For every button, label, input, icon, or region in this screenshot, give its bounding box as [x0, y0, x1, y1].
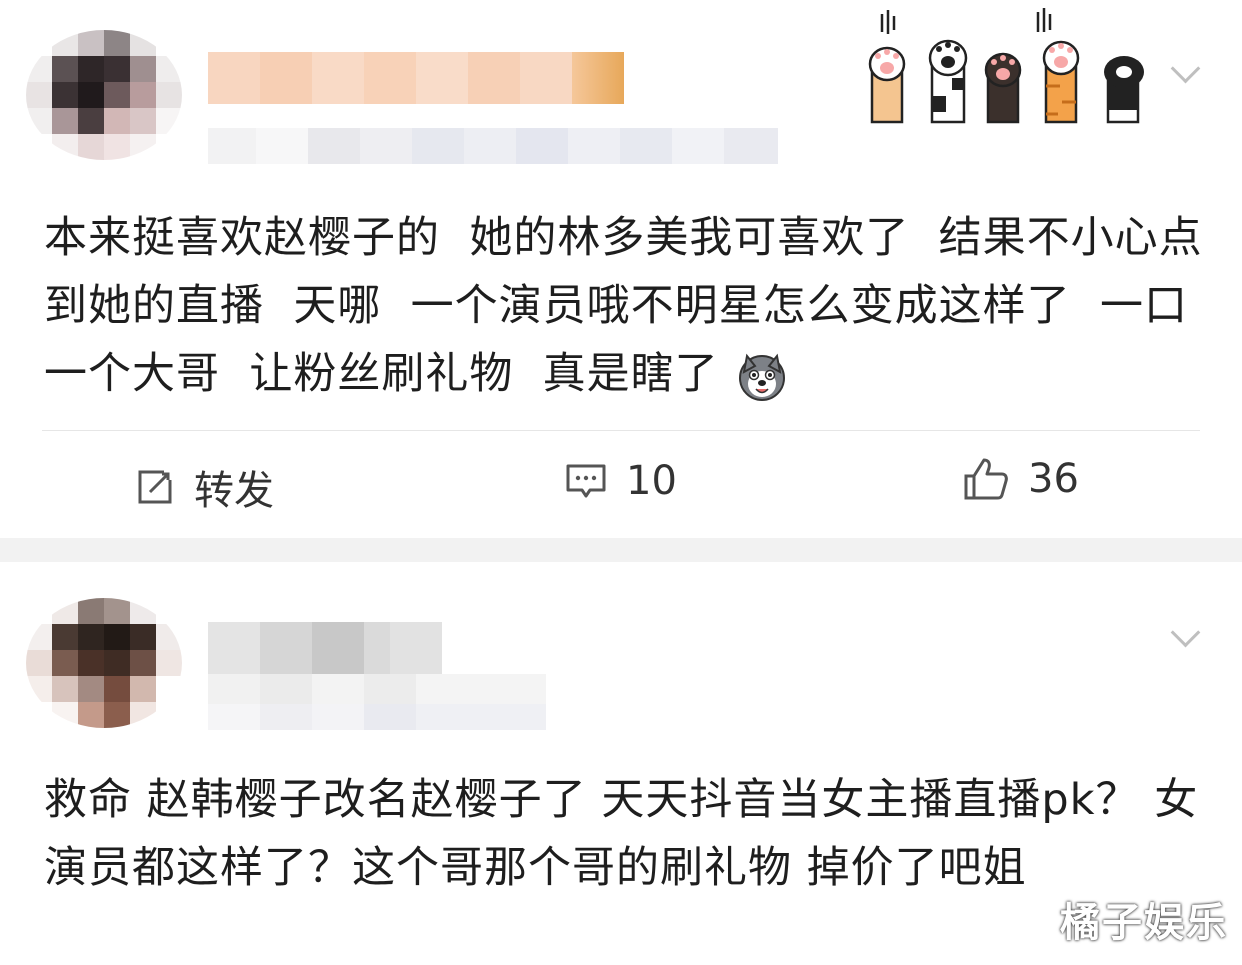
- comment-icon: [566, 464, 606, 498]
- comment-text: 救命 赵韩樱子改名赵樱子了 天天抖音当女主播直播pk？ 女演员都这样了？这个哥那…: [44, 775, 1199, 893]
- repost-button[interactable]: 转发: [134, 458, 274, 516]
- more-chevron-icon[interactable]: [1172, 60, 1196, 84]
- section-divider: [0, 538, 1242, 562]
- comment-card-1: 本来挺喜欢赵樱子的 她的林多美我可喜欢了 结果不小心点到她的直播 天哪 一个演员…: [0, 0, 1242, 538]
- comment-card-2: 救命 赵韩樱子改名赵樱子了 天天抖音当女主播直播pk？ 女演员都这样了？这个哥那…: [0, 562, 1242, 965]
- repost-icon: [138, 470, 172, 504]
- comment-count: 10: [626, 458, 677, 504]
- post-meta-blurred: [208, 128, 778, 164]
- cat-paws-decoration: [868, 8, 1144, 124]
- comment-button[interactable]: 10: [564, 458, 677, 504]
- husky-dog-emoji: [739, 353, 786, 401]
- username-blurred[interactable]: [208, 622, 442, 674]
- avatar[interactable]: [26, 598, 182, 728]
- comment-text-content: 本来挺喜欢赵樱子的 她的林多美我可喜欢了 结果不小心点到她的直播 天哪 一个演员…: [44, 213, 1203, 399]
- like-button[interactable]: 36: [962, 456, 1079, 502]
- comment-text: 本来挺喜欢赵樱子的 她的林多美我可喜欢了 结果不小心点到她的直播 天哪 一个演员…: [44, 204, 1204, 408]
- like-count: 36: [1028, 456, 1079, 502]
- more-chevron-icon[interactable]: [1172, 624, 1196, 648]
- like-icon: [964, 458, 1008, 500]
- avatar[interactable]: [26, 30, 182, 160]
- watermark: 橘子娱乐: [1060, 900, 1228, 946]
- divider: [42, 430, 1200, 431]
- username-blurred[interactable]: [208, 52, 624, 104]
- username-blurred-lower: [208, 674, 546, 706]
- post-meta-blurred: [208, 704, 546, 730]
- repost-label: 转发: [194, 468, 274, 514]
